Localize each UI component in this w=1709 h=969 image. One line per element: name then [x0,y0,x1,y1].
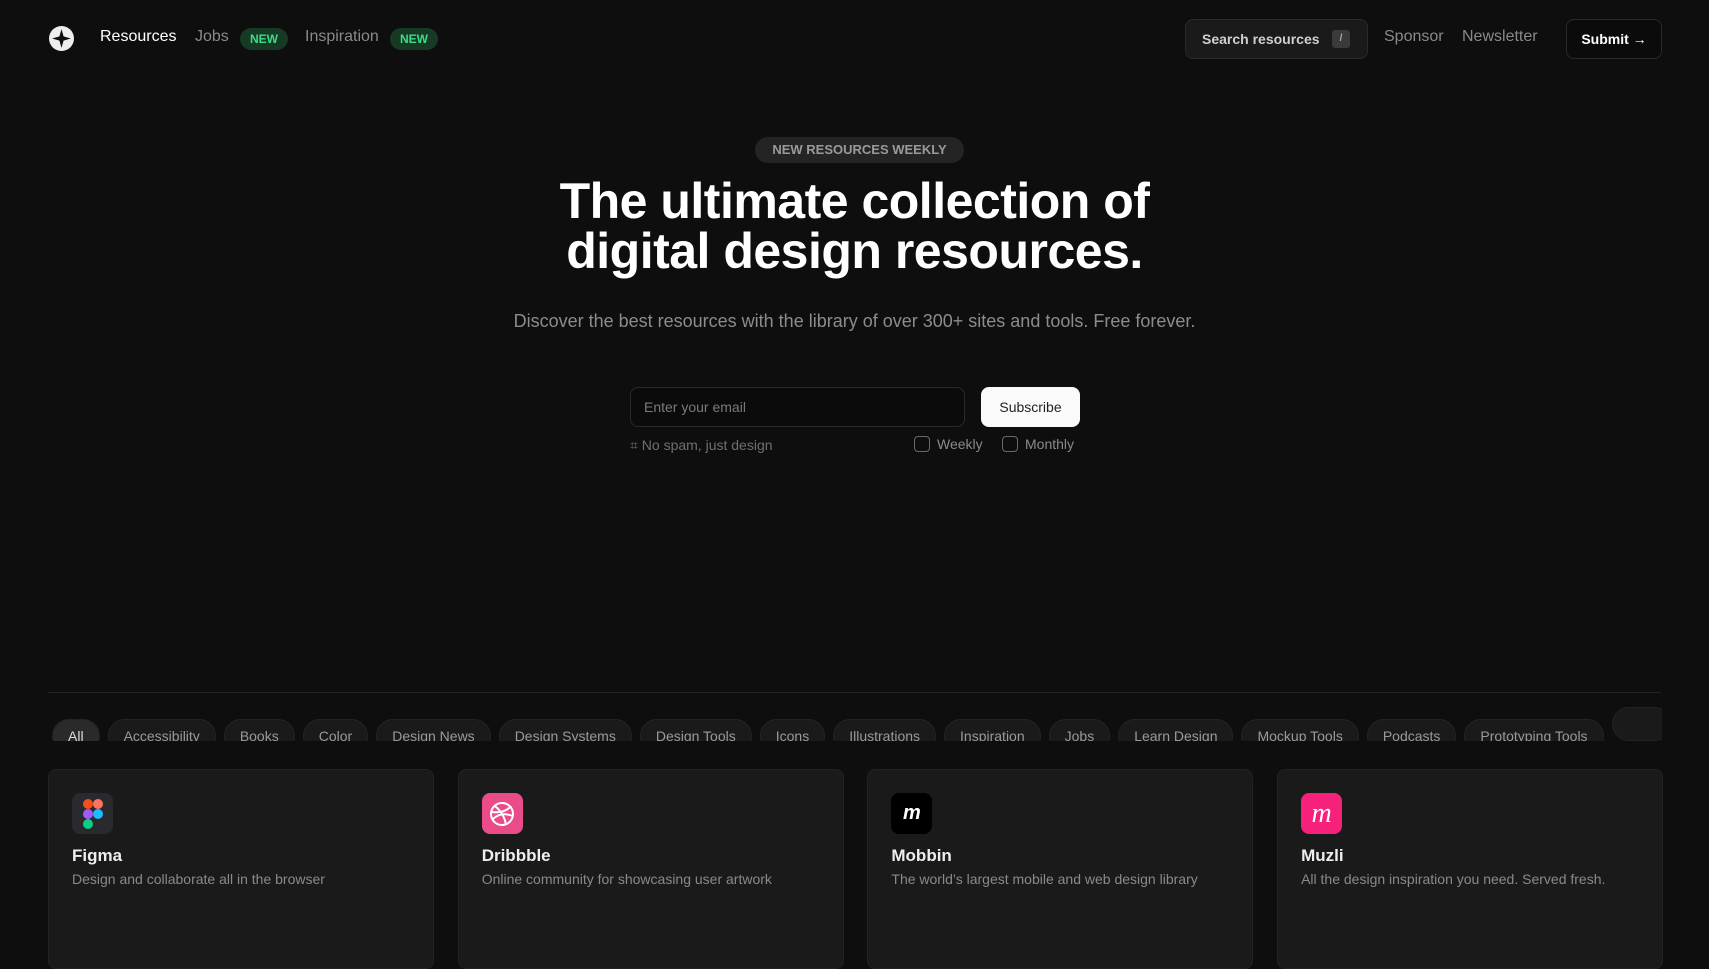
page-title: The ultimate collection of digital design… [0,176,1709,276]
category-chip[interactable]: Icons [759,719,826,741]
category-chip[interactable]: Podcasts [1366,719,1457,741]
card-description: Design and collaborate all in the browse… [72,871,325,887]
email-input[interactable] [630,387,965,427]
category-filter: All Accessibility Books Color Design News Des… [52,707,1662,741]
category-chip[interactable]: Mockup Tools [1241,719,1359,741]
nav-inspiration[interactable]: Inspiration [305,28,379,46]
nav-jobs[interactable]: Jobs [195,28,229,46]
hash-icon: ⌗ [630,437,638,453]
category-chip[interactable]: Books [223,719,295,741]
category-chip[interactable]: Prototyping Tools [1464,719,1604,741]
muzli-logo-icon: m [1301,793,1343,834]
category-chip[interactable]: Jobs [1048,719,1111,741]
category-chip[interactable]: Color [302,719,369,741]
nav-resources[interactable]: Resources [100,28,176,46]
category-chip[interactable]: Design Tools [639,719,752,741]
title-line: The ultimate collection of [559,173,1150,229]
nav-newsletter[interactable]: Newsletter [1462,28,1538,46]
shortcut-key: / [1332,30,1350,48]
top-nav: Resources Jobs NEW Inspiration NEW Searc… [0,0,1709,78]
card-description: Online community for showcasing user art… [481,871,772,887]
resource-card[interactable]: Figma Design and collaborate all in the b… [48,769,434,969]
resource-card[interactable]: m Muzli All the design inspiration you nee… [1277,769,1664,969]
card-title: Muzli [1301,846,1344,865]
category-chip[interactable]: Learn Design [1118,719,1234,741]
hero-badge: NEW RESOURCES WEEKLY [755,137,964,163]
monthly-label: Monthly [1025,436,1075,452]
subscribe-button[interactable]: Subscribe [981,387,1080,427]
checkbox-icon[interactable] [1002,436,1018,452]
note-text: No spam, just design [641,437,773,453]
monthly-checkbox[interactable]: Monthly [1002,436,1074,452]
search-label: Search resources [1202,31,1320,47]
resource-card[interactable]: m Mobbin The world’s largest mobile and we… [867,769,1254,969]
search-button[interactable]: Search resources / [1185,19,1368,59]
mobbin-logo-icon: m [891,793,933,834]
category-chip[interactable]: Illustrations [833,719,937,741]
card-description: The world’s largest mobile and web desig… [891,871,1198,887]
nav-sponsor[interactable]: Sponsor [1384,28,1444,46]
category-chip[interactable]: Accessibility [107,719,216,741]
card-title: Mobbin [891,846,952,865]
divider [48,692,1661,693]
resource-card[interactable]: Dribbble Online community for showcasing … [457,769,844,969]
title-line: digital design resources. [566,223,1143,279]
new-badge: NEW [390,28,438,50]
category-chip[interactable]: All [52,719,100,741]
new-badge: NEW [240,28,288,50]
card-title: Dribbble [481,846,551,865]
category-chip[interactable]: Inspiration [944,719,1041,741]
no-spam-note: ⌗ No spam, just design [630,437,773,454]
logo-icon[interactable] [49,26,74,51]
submit-button[interactable]: Submit → [1566,19,1662,59]
checkbox-icon[interactable] [914,436,930,452]
weekly-checkbox[interactable]: Weekly [914,436,983,452]
category-chip[interactable]: Design News [376,719,491,741]
subtitle: Discover the best resources with the lib… [513,311,1196,331]
dribbble-logo-icon [481,793,523,834]
figma-logo-icon [72,793,113,834]
category-chip[interactable]: Design Systems [498,719,632,741]
weekly-label: Weekly [937,436,983,452]
card-description: All the design inspiration you need. Ser… [1301,871,1606,887]
category-chip[interactable] [1611,707,1662,741]
card-title: Figma [72,846,123,865]
